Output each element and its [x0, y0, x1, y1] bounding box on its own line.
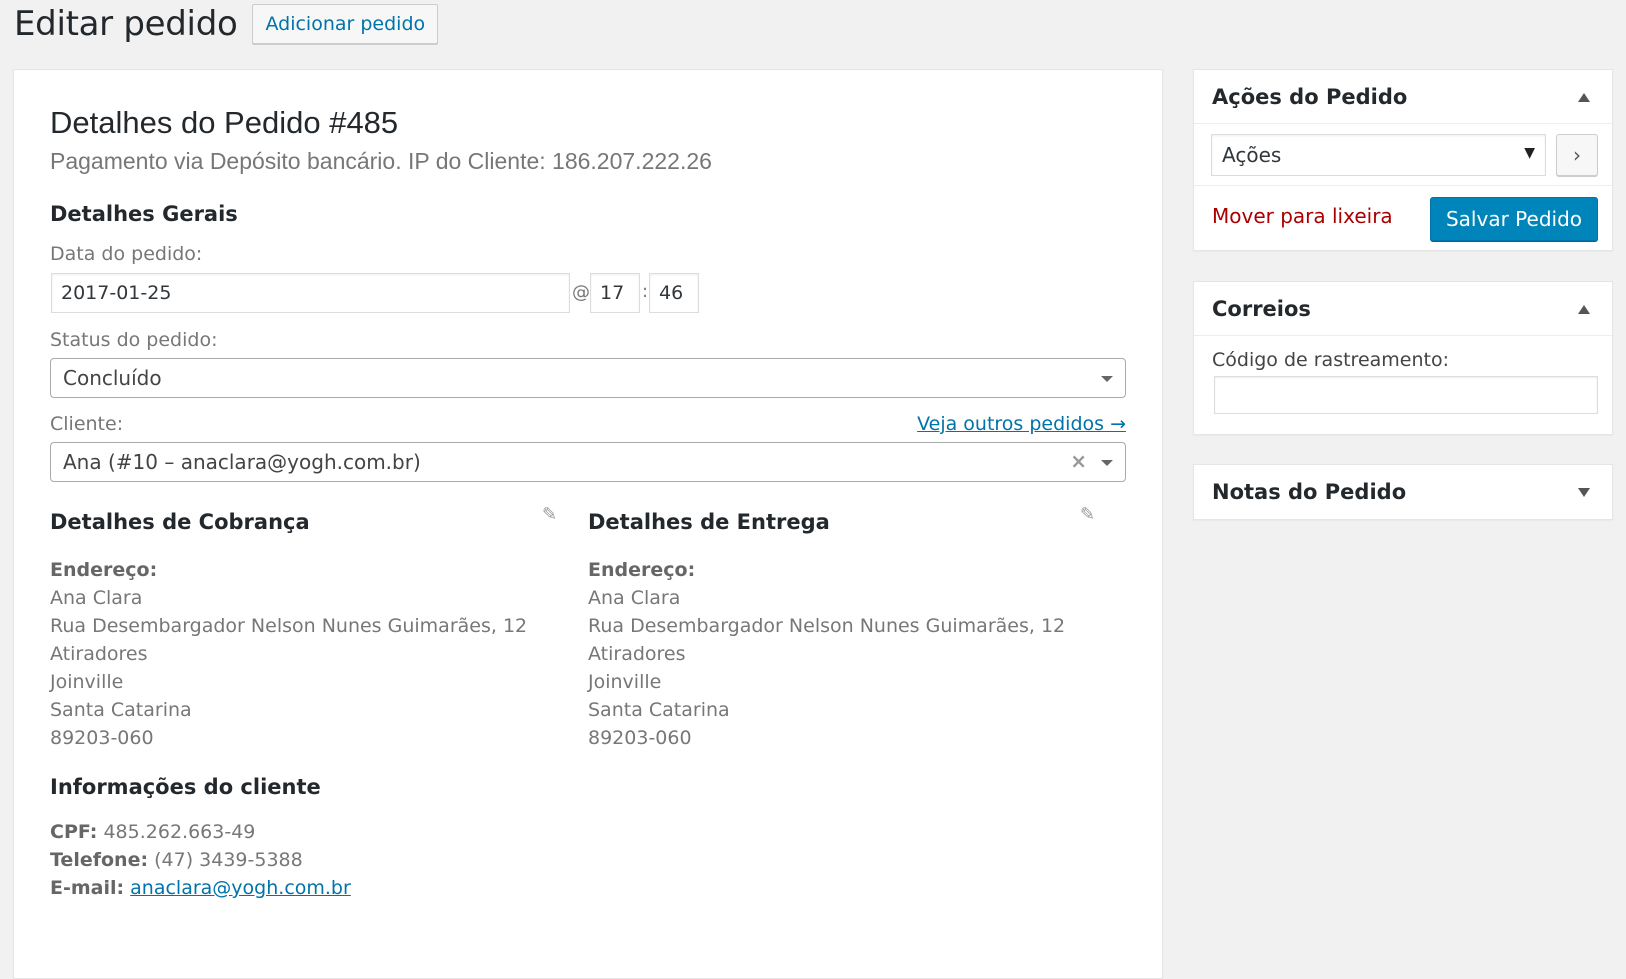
- order-status-label: Status do pedido:: [50, 329, 218, 351]
- shipping-line: Ana Clara: [588, 587, 681, 609]
- billing-address-label: Endereço:: [50, 559, 158, 581]
- order-subtitle: Pagamento via Depósito bancário. IP do C…: [50, 148, 712, 174]
- customer-info-heading: Informações do cliente: [50, 775, 321, 799]
- save-row: Mover para lixeira Salvar Pedido: [1194, 186, 1612, 250]
- order-hour-input[interactable]: 17: [590, 273, 640, 313]
- pencil-icon[interactable]: ✎: [1080, 504, 1095, 525]
- customer-info: CPF: 485.262.663-49 Telefone: (47) 3439-…: [50, 818, 351, 902]
- date-at-separator: @: [572, 282, 590, 303]
- customer-select[interactable]: Ana (#10 – anaclara@yogh.com.br) ×: [50, 442, 1126, 482]
- email-label: E-mail:: [50, 877, 125, 899]
- order-actions-title: Ações do Pedido: [1212, 84, 1408, 109]
- order-actions-header[interactable]: Ações do Pedido: [1194, 70, 1612, 124]
- general-details-heading: Detalhes Gerais: [50, 202, 238, 226]
- order-notes-header[interactable]: Notas do Pedido: [1194, 465, 1612, 519]
- order-actions-select-value: Ações: [1222, 143, 1282, 167]
- add-order-button[interactable]: Adicionar pedido: [252, 4, 439, 44]
- cpf-label: CPF:: [50, 821, 98, 843]
- time-colon-separator: :: [642, 281, 649, 302]
- shipping-address-label: Endereço:: [588, 559, 696, 581]
- clear-icon[interactable]: ×: [1070, 449, 1087, 473]
- customer-value: Ana (#10 – anaclara@yogh.com.br): [63, 450, 421, 474]
- order-actions-box: Ações do Pedido Ações ▼ › Mover para lix…: [1193, 69, 1613, 251]
- email-link[interactable]: anaclara@yogh.com.br: [130, 877, 351, 899]
- billing-line: Joinville: [50, 671, 124, 693]
- order-date-label: Data do pedido:: [50, 243, 203, 265]
- billing-line: Rua Desembargador Nelson Nunes Guimarães…: [50, 615, 528, 637]
- pencil-icon[interactable]: ✎: [542, 504, 557, 525]
- tracking-code-label: Código de rastreamento:: [1212, 349, 1449, 371]
- page-header: Editar pedido Adicionar pedido: [14, 0, 439, 48]
- order-data-panel: Detalhes do Pedido #485 Pagamento via De…: [13, 69, 1163, 979]
- triangle-down-icon[interactable]: [1578, 488, 1590, 497]
- shipping-address: Endereço: Ana Clara Rua Desembargador Ne…: [588, 556, 1065, 752]
- tracking-code-input[interactable]: [1214, 376, 1598, 414]
- order-notes-box: Notas do Pedido: [1193, 464, 1613, 520]
- apply-action-button[interactable]: ›: [1556, 134, 1598, 176]
- actions-row: Ações ▼ ›: [1194, 124, 1612, 186]
- shipping-line: 89203-060: [588, 727, 692, 749]
- shipping-heading: Detalhes de Entrega: [588, 510, 830, 534]
- chevron-down-icon: [1101, 376, 1113, 382]
- shipping-line: Santa Catarina: [588, 699, 730, 721]
- order-status-select[interactable]: Concluído: [50, 358, 1126, 398]
- billing-address: Endereço: Ana Clara Rua Desembargador Ne…: [50, 556, 527, 752]
- billing-line: Santa Catarina: [50, 699, 192, 721]
- order-status-value: Concluído: [63, 366, 162, 390]
- triangle-up-icon[interactable]: [1578, 93, 1590, 102]
- order-title: Detalhes do Pedido #485: [50, 105, 399, 140]
- correios-box: Correios Código de rastreamento:: [1193, 281, 1613, 435]
- save-order-button[interactable]: Salvar Pedido: [1429, 197, 1598, 241]
- view-other-orders-link[interactable]: Veja outros pedidos →: [917, 413, 1126, 435]
- billing-line: Atiradores: [50, 643, 148, 665]
- triangle-up-icon[interactable]: [1578, 305, 1590, 314]
- correios-title: Correios: [1212, 296, 1311, 321]
- shipping-line: Rua Desembargador Nelson Nunes Guimarães…: [588, 615, 1066, 637]
- correios-header[interactable]: Correios: [1194, 282, 1612, 336]
- cpf-value: 485.262.663-49: [103, 821, 256, 843]
- billing-line: 89203-060: [50, 727, 154, 749]
- dropdown-arrow-icon: ▼: [1524, 145, 1535, 161]
- billing-line: Ana Clara: [50, 587, 143, 609]
- move-to-trash-link[interactable]: Mover para lixeira: [1212, 204, 1393, 228]
- billing-heading: Detalhes de Cobrança: [50, 510, 310, 534]
- page-title: Editar pedido: [14, 4, 238, 44]
- shipping-line: Joinville: [588, 671, 662, 693]
- customer-label: Cliente:: [50, 413, 124, 435]
- phone-label: Telefone:: [50, 849, 149, 871]
- order-notes-title: Notas do Pedido: [1212, 480, 1407, 504]
- shipping-line: Atiradores: [588, 643, 686, 665]
- order-minute-input[interactable]: 46: [649, 273, 699, 313]
- tracking-section: Código de rastreamento:: [1194, 336, 1612, 434]
- chevron-down-icon: [1101, 460, 1113, 466]
- order-date-input[interactable]: 2017-01-25: [51, 273, 570, 313]
- order-actions-select[interactable]: Ações ▼: [1211, 134, 1546, 176]
- phone-value: (47) 3439-5388: [154, 849, 303, 871]
